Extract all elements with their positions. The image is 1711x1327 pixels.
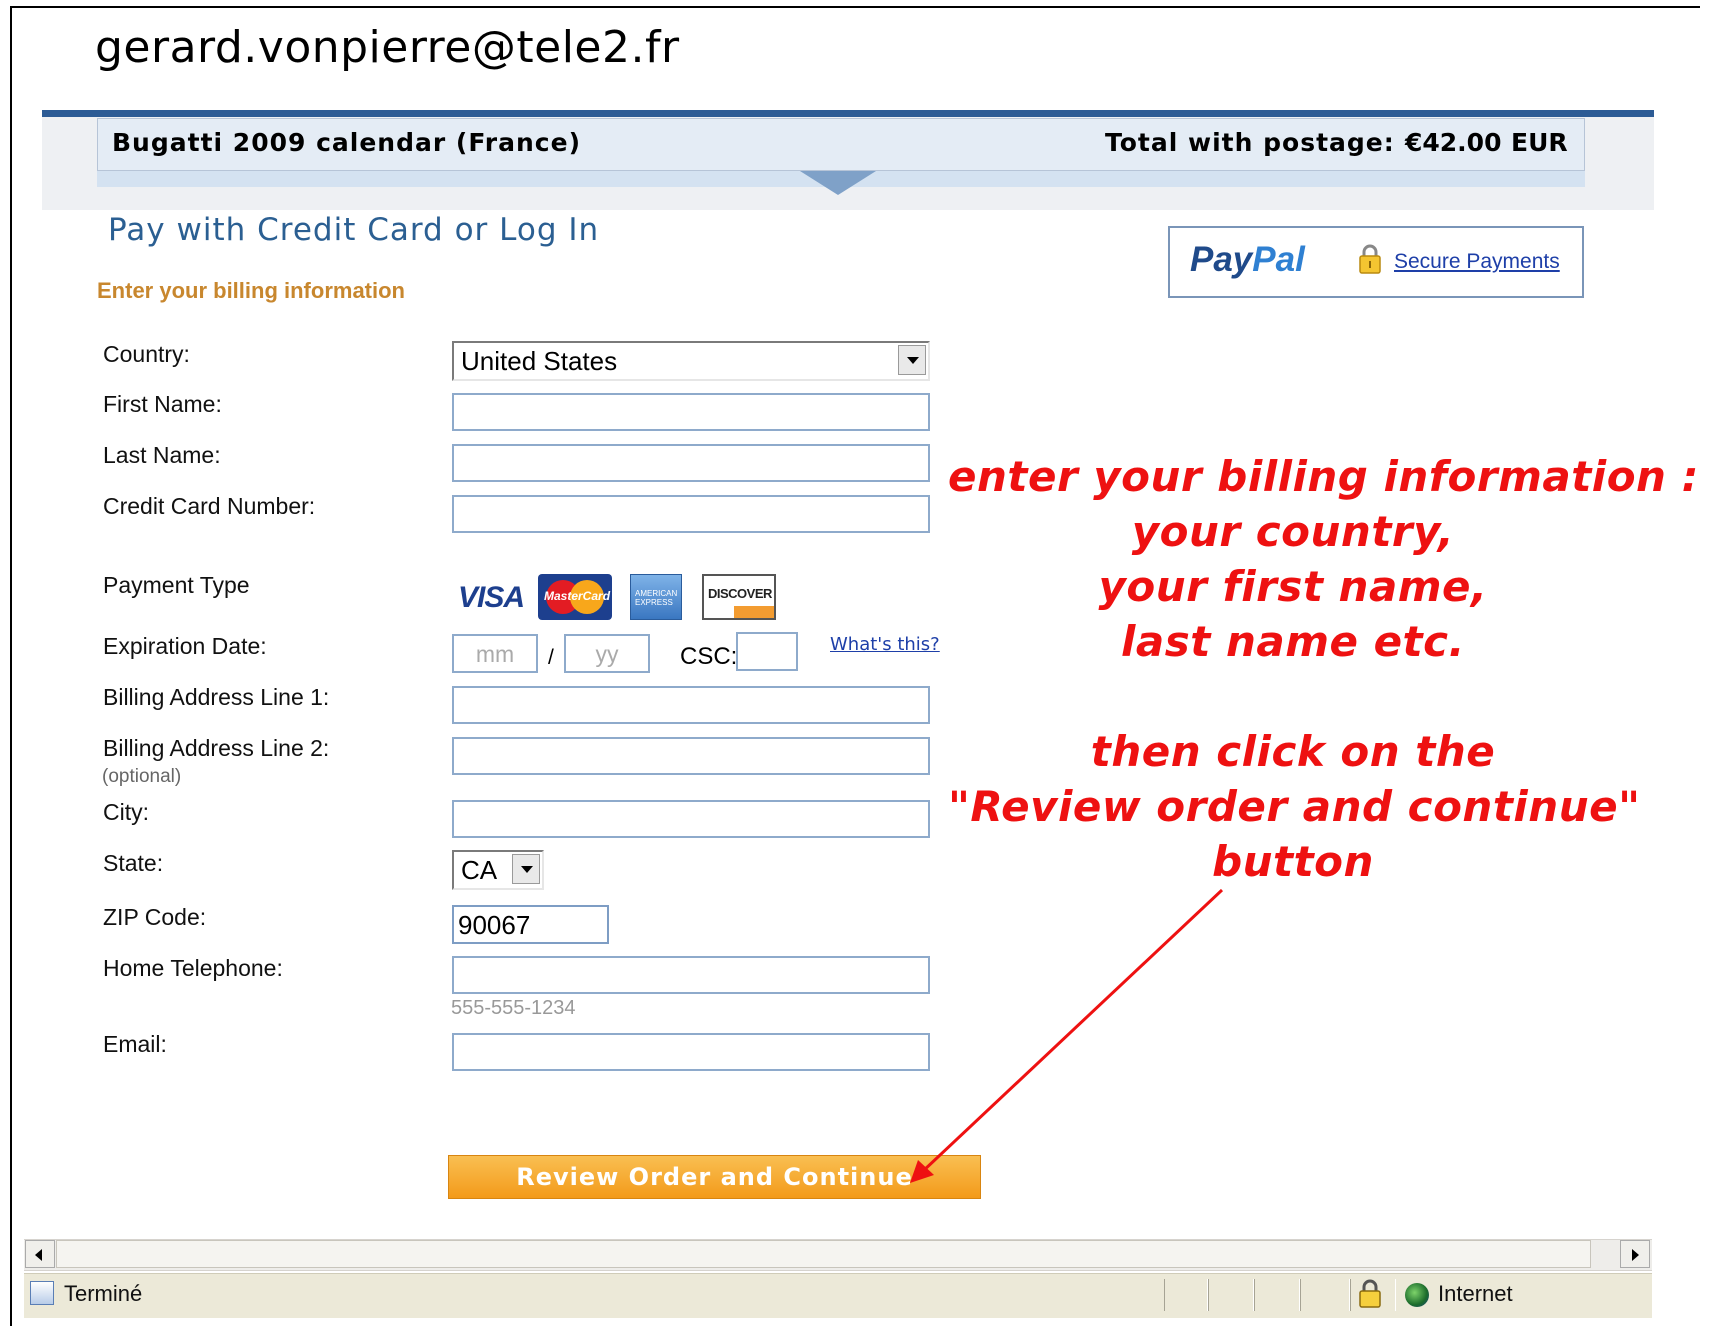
status-panel xyxy=(1300,1279,1350,1311)
status-panel xyxy=(1164,1279,1208,1311)
globe-icon xyxy=(1405,1283,1429,1307)
status-text: Terminé xyxy=(64,1281,143,1306)
scroll-right-button[interactable] xyxy=(1620,1240,1650,1268)
annotation-arrow xyxy=(910,888,1224,1183)
status-panel xyxy=(1254,1279,1300,1311)
secure-lock-icon xyxy=(1359,1279,1381,1308)
page-icon xyxy=(30,1281,54,1305)
security-zone-text: Internet xyxy=(1438,1281,1513,1306)
scrollbar-thumb[interactable] xyxy=(56,1240,1591,1268)
status-panel xyxy=(1208,1279,1254,1311)
scroll-left-button[interactable] xyxy=(25,1240,55,1268)
